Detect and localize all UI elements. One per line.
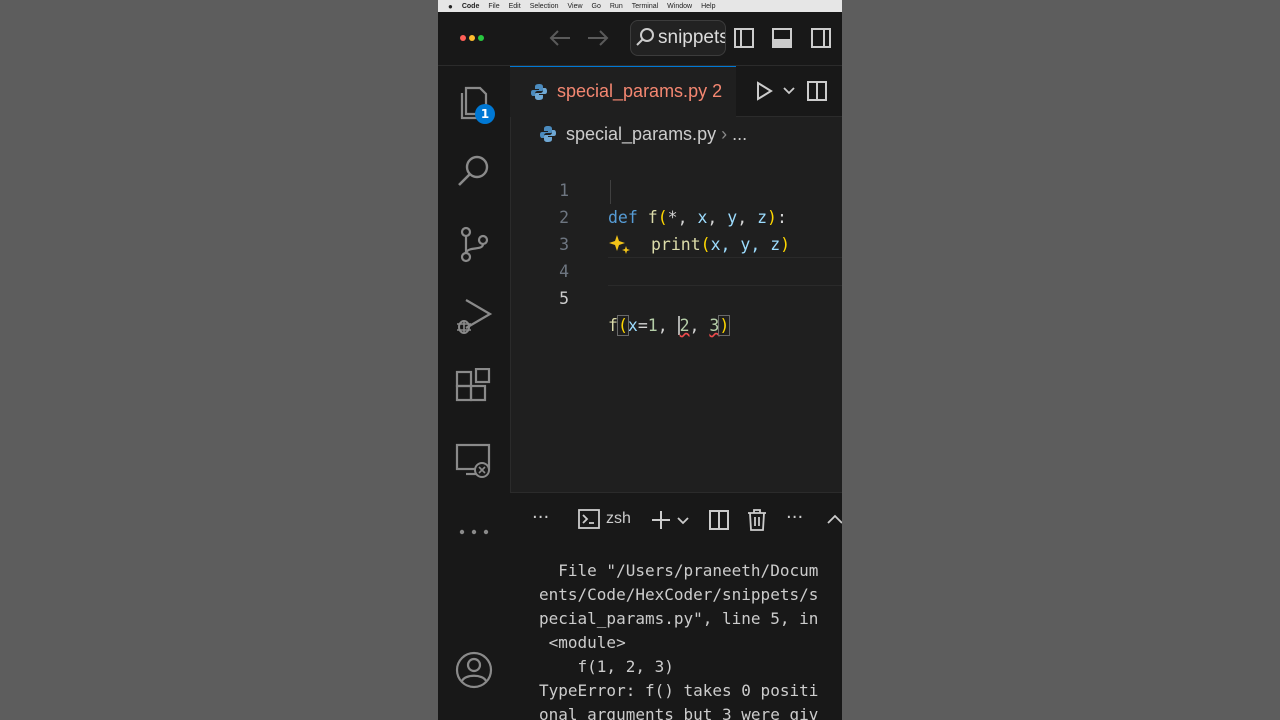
code-editor[interactable]: 1 def f(*, x, y, z): 2 print(x, y, z) 3 … — [510, 150, 842, 492]
run-python-file-icon[interactable] — [753, 80, 775, 102]
search-icon — [636, 28, 654, 46]
terminal-panel: ··· zsh ··· File "/Users/praneeth/Docum … — [510, 492, 842, 720]
menu-file[interactable]: File — [488, 3, 499, 10]
window-controls — [460, 35, 484, 41]
source-control-icon[interactable] — [454, 224, 494, 264]
editor-tab-bar: special_params.py 2 — [510, 66, 842, 117]
close-window-button[interactable] — [460, 35, 466, 41]
new-terminal-icon[interactable] — [650, 509, 672, 531]
menu-view[interactable]: View — [567, 3, 582, 10]
title-bar: snippets — [438, 12, 842, 66]
terminal-line: ents/Code/HexCoder/snippets/s — [539, 585, 819, 604]
terminal-line: onal arguments but 3 were giv — [539, 705, 819, 720]
vscode-window: ● Code File Edit Selection View Go Run T… — [438, 0, 842, 720]
menu-help[interactable]: Help — [701, 3, 715, 10]
terminal-line: f(1, 2, 3) — [539, 657, 674, 676]
background-left — [0, 0, 438, 720]
code-line-1: 1 def f(*, x, y, z): — [510, 150, 842, 227]
panel-toolbar: ··· zsh ··· — [510, 493, 842, 545]
terminal-line: pecial_params.py", line 5, in — [539, 609, 819, 628]
remote-explorer-icon[interactable] — [454, 440, 494, 480]
terminal-line: TypeError: f() takes 0 positi — [539, 681, 819, 700]
back-arrow-icon[interactable] — [548, 28, 572, 48]
python-file-icon — [531, 84, 547, 100]
code-line-5: 5 f(x=1, 2, 3) — [510, 258, 842, 336]
code-line-4: 4 — [510, 231, 842, 281]
terminal-output[interactable]: File "/Users/praneeth/Docum ents/Code/Hex… — [539, 559, 818, 720]
toggle-secondary-sidebar-icon[interactable] — [810, 27, 832, 49]
forward-arrow-icon[interactable] — [586, 28, 610, 48]
search-view-icon[interactable] — [454, 152, 494, 192]
breadcrumb-file[interactable]: special_params.py › ... — [566, 124, 747, 145]
run-and-debug-icon[interactable] — [454, 296, 494, 336]
minimize-window-button[interactable] — [469, 35, 475, 41]
terminal-dropdown-chevron-icon[interactable] — [676, 514, 690, 528]
apple-icon[interactable]: ● — [448, 2, 453, 11]
search-text: snippets — [658, 27, 726, 48]
menu-code[interactable]: Code — [462, 3, 480, 10]
panel-more-actions-right[interactable]: ··· — [786, 507, 803, 528]
extensions-icon[interactable] — [454, 368, 494, 408]
terminal-icon — [578, 509, 600, 529]
toggle-panel-icon[interactable] — [771, 27, 793, 49]
line-number: 5 — [559, 289, 569, 308]
code-line-2: 2 print(x, y, z) — [510, 177, 842, 254]
code-line-3: 3 — [510, 204, 842, 254]
split-terminal-icon[interactable] — [708, 509, 730, 531]
breadcrumb: special_params.py › ... — [510, 118, 842, 150]
menu-go[interactable]: Go — [592, 3, 601, 10]
menu-window[interactable]: Window — [667, 3, 692, 10]
menu-terminal[interactable]: Terminal — [632, 3, 658, 10]
zoom-window-button[interactable] — [478, 35, 484, 41]
terminal-shell-name[interactable]: zsh — [606, 510, 631, 528]
terminal-line: <module> — [539, 633, 626, 652]
more-views-icon[interactable] — [454, 512, 494, 552]
text-cursor: 2 — [677, 316, 690, 335]
explorer-badge: 1 — [475, 104, 495, 124]
mac-menubar: ● Code File Edit Selection View Go Run T… — [438, 0, 842, 12]
copilot-sparkle-icon[interactable] — [608, 233, 632, 257]
menu-selection[interactable]: Selection — [530, 3, 559, 10]
background-right — [842, 0, 1280, 720]
menu-run[interactable]: Run — [610, 3, 623, 10]
run-dropdown-chevron-icon[interactable] — [782, 84, 796, 98]
kill-terminal-trash-icon[interactable] — [746, 508, 768, 532]
command-center-search[interactable]: snippets — [630, 20, 726, 56]
breadcrumb-python-icon — [540, 126, 556, 142]
tab-label: special_params.py 2 — [557, 81, 723, 101]
terminal-line: File "/Users/praneeth/Docum — [539, 561, 819, 580]
maximize-panel-chevron-up-icon[interactable] — [826, 511, 842, 527]
split-editor-icon[interactable] — [806, 80, 828, 102]
accounts-icon[interactable] — [454, 650, 494, 690]
menu-edit[interactable]: Edit — [509, 3, 521, 10]
panel-more-actions-left[interactable]: ··· — [532, 507, 549, 528]
tab-special-params[interactable]: special_params.py 2 — [510, 66, 736, 117]
activity-bar — [438, 66, 511, 720]
toggle-primary-sidebar-icon[interactable] — [733, 27, 755, 49]
